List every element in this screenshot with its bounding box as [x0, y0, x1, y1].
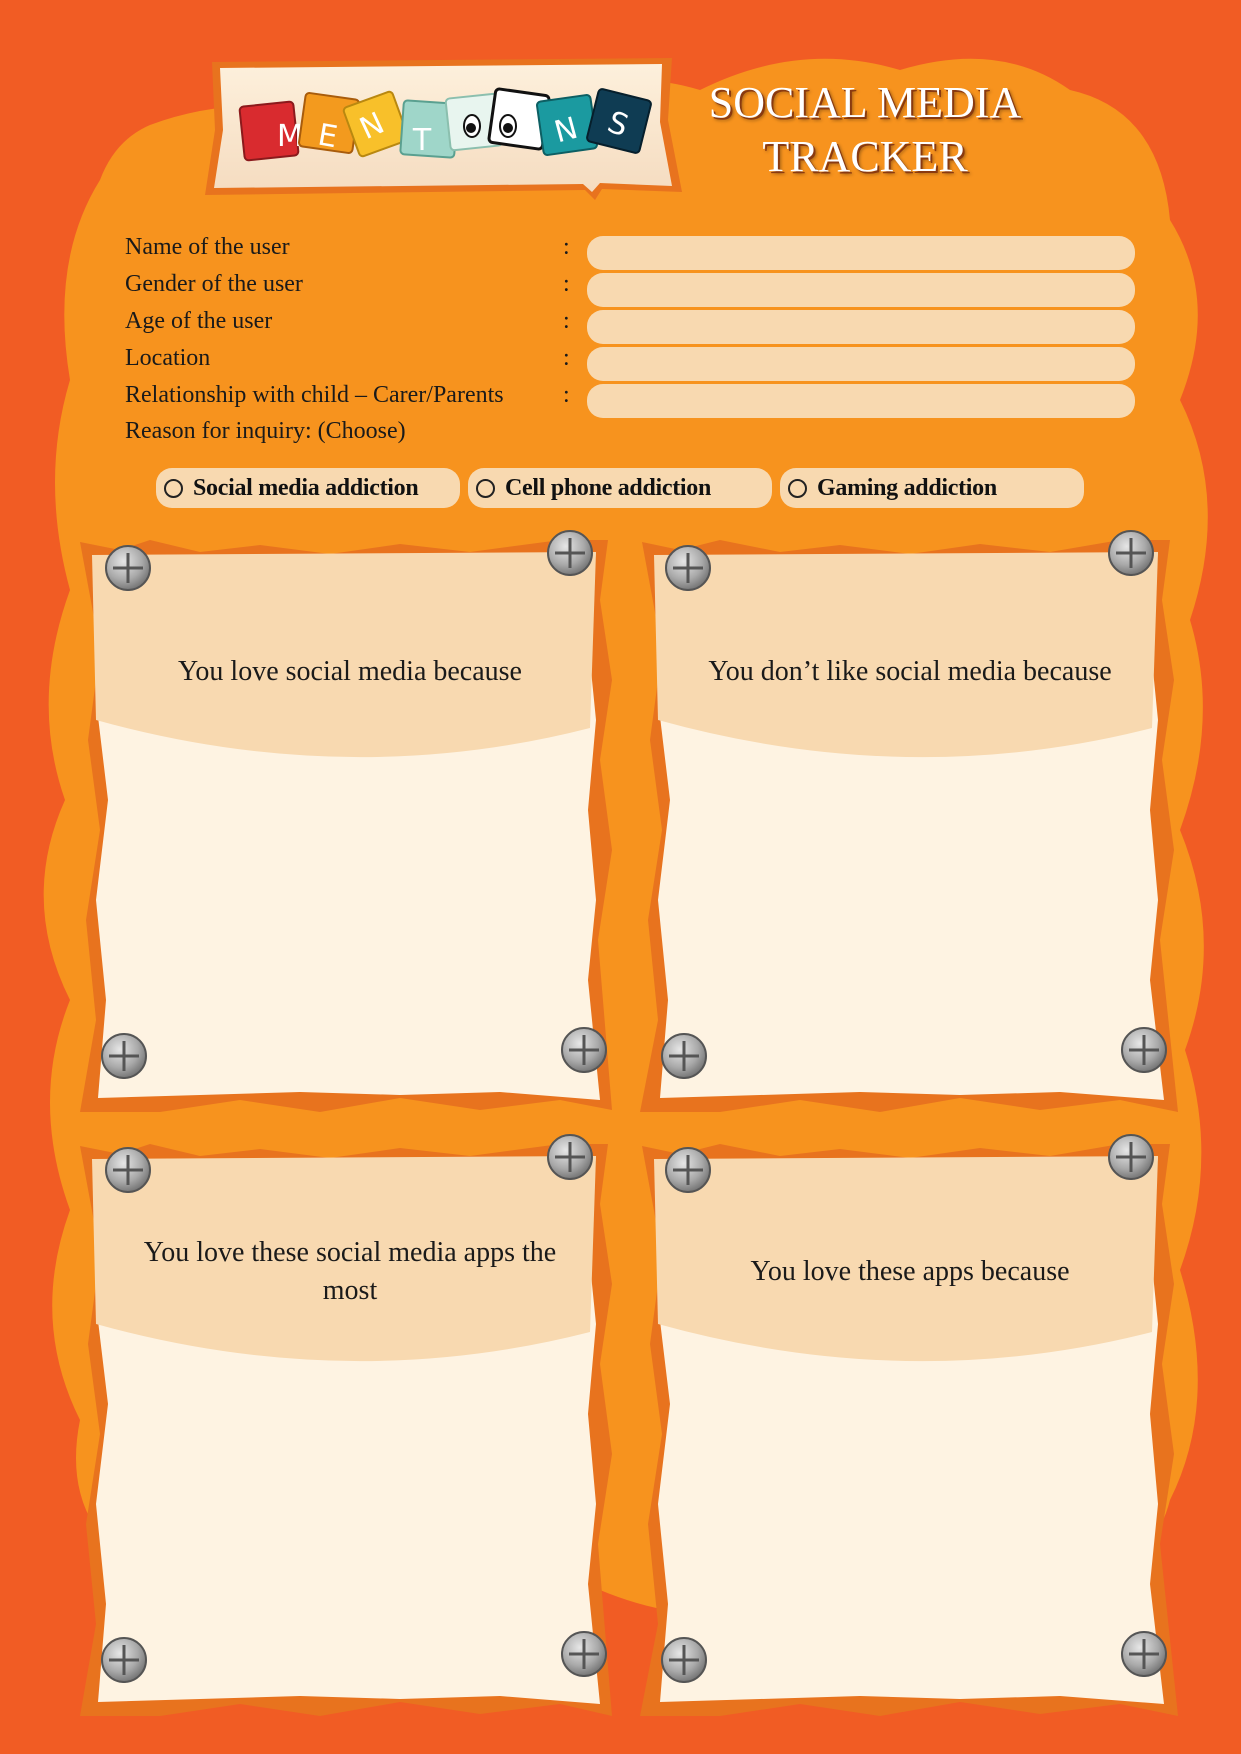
gender-label: Gender of the user [125, 271, 303, 297]
age-field[interactable] [587, 310, 1135, 344]
location-field[interactable] [587, 347, 1135, 381]
location-label: Location [125, 345, 211, 371]
title-line-1: SOCIAL MEDIA [708, 78, 1022, 127]
option-cell-phone-addiction[interactable]: Cell phone addiction [468, 468, 772, 508]
title-line-2: TRACKER [762, 132, 968, 181]
reason-label: Reason for inquiry: (Choose) [125, 418, 406, 444]
relationship-label: Relationship with child – Carer/Parents [125, 382, 504, 408]
location-colon: : [563, 345, 570, 371]
age-colon: : [563, 308, 570, 334]
logo-cube-n2: N [536, 94, 598, 156]
radio-icon[interactable] [476, 478, 495, 498]
card-writing-area-2[interactable] [670, 760, 1140, 1040]
option-gaming-addiction[interactable]: Gaming addiction [780, 468, 1084, 508]
card-heading-love-social-media: You love social media because [178, 656, 522, 687]
name-field[interactable] [587, 236, 1135, 270]
gender-field[interactable] [587, 273, 1135, 307]
option-social-media-addiction[interactable]: Social media addiction [156, 468, 460, 508]
relationship-colon: : [563, 382, 570, 408]
card-heading-favorite-apps: You love these social media apps the mos… [143, 1237, 557, 1306]
logo-cube-m: M [238, 100, 303, 162]
option-label: Cell phone addiction [505, 474, 712, 501]
mentoons-logo: M E N T N S [238, 87, 652, 162]
option-label: Gaming addiction [817, 474, 997, 501]
radio-icon[interactable] [164, 478, 183, 498]
card-heading-love-apps-because: You love these apps because [750, 1256, 1070, 1287]
option-label: Social media addiction [193, 474, 419, 501]
page-title: SOCIAL MEDIA TRACKER [650, 76, 1080, 184]
card-writing-area-3[interactable] [110, 1365, 580, 1645]
radio-icon[interactable] [788, 478, 807, 498]
name-label: Name of the user [125, 234, 290, 260]
logo-cube-s: S [586, 88, 652, 154]
card-heading-dislike-social-media: You don’t like social media because [708, 656, 1112, 687]
svg-text:T: T [412, 123, 432, 158]
card-writing-area-1[interactable] [110, 760, 580, 1040]
name-colon: : [563, 234, 570, 260]
age-label: Age of the user [125, 308, 273, 334]
relationship-field[interactable] [587, 384, 1135, 418]
card-writing-area-4[interactable] [670, 1365, 1140, 1645]
gender-colon: : [563, 271, 570, 297]
